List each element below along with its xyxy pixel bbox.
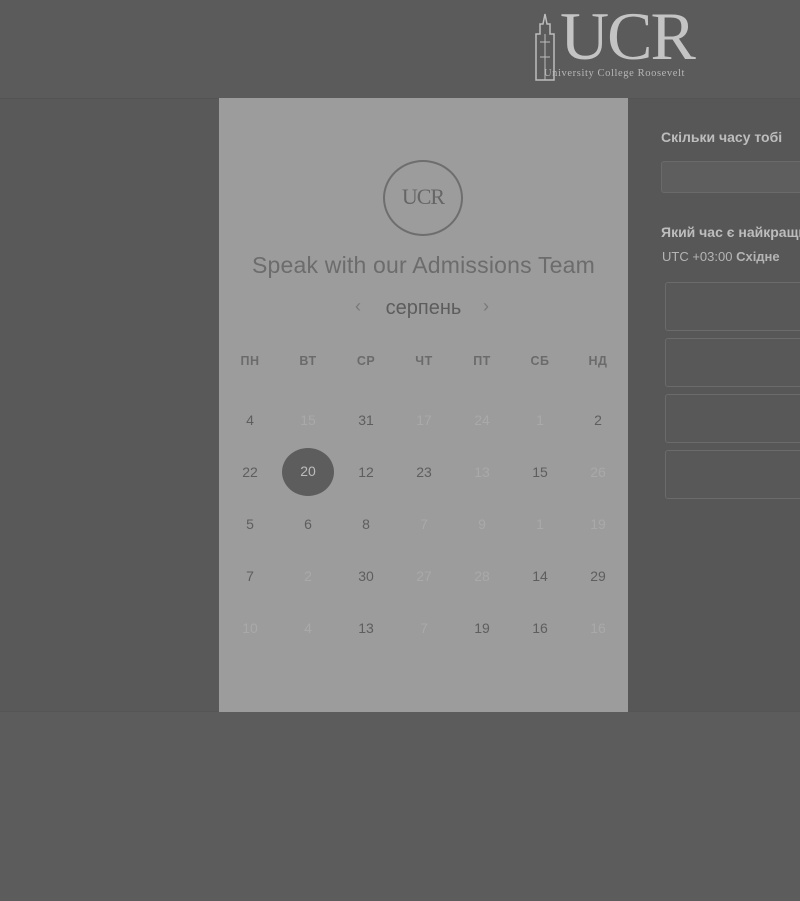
month-label: серпень [385,297,462,319]
selected-day[interactable]: 20 [282,448,334,496]
calendar-day[interactable]: 5 [230,512,270,536]
calendar-day: 26 [590,464,606,480]
duration-select[interactable] [661,161,800,193]
weekday-label: СБ [530,354,550,368]
calendar-day: 13 [474,464,490,480]
timezone-name: Східне [736,249,780,264]
calendar-day[interactable]: 7 [230,564,270,588]
weekday-label: НД [588,354,608,368]
calendar-day[interactable]: 12 [346,460,386,484]
calendar-day[interactable]: 29 [578,564,618,588]
avatar: UCR [383,160,463,236]
calendar-day[interactable]: 22 [230,460,270,484]
calendar-card: UCR Speak with our Admissions Team ‹ сер… [219,98,628,712]
top-header: UCR University College Roosevelt [0,0,800,99]
bottom-background [0,711,800,901]
calendar-day: 7 [420,620,428,636]
calendar-day[interactable]: 8 [346,512,386,536]
time-question: Який час є найкращий [661,224,800,240]
duration-question: Скільки часу тобі [661,129,783,145]
month-navigation: ‹ серпень › [219,295,628,323]
calendar-day[interactable]: 15 [520,460,560,484]
ucr-logo[interactable]: UCR University College Roosevelt [530,2,726,86]
calendar-day[interactable]: 4 [230,408,270,432]
calendar-day: 27 [416,568,432,584]
calendar-day[interactable]: 16 [520,616,560,640]
avatar-text: UCR [401,184,445,209]
calendar-day[interactable]: 19 [462,616,502,640]
calendar-day: 16 [590,620,606,636]
calendar-day[interactable]: 13 [346,616,386,640]
logo-subtitle: University College Roosevelt [544,68,686,79]
calendar-day: 2 [304,568,312,584]
calendar-day: 28 [474,568,490,584]
weekday-label: СР [356,354,376,368]
timezone-label[interactable]: UTC +03:00 Східне [662,249,780,264]
weekday-label: ЧТ [415,354,433,368]
time-slot[interactable] [665,282,800,331]
weekday-label: ПН [240,354,260,368]
calendar-day[interactable]: 23 [404,460,444,484]
time-slot[interactable] [665,338,800,387]
time-slot[interactable] [665,394,800,443]
weekday-label: ПТ [473,354,491,368]
calendar-day[interactable]: 2 [578,408,618,432]
chevron-right-icon[interactable]: › [483,296,489,317]
calendar-day: 9 [478,516,486,532]
left-background [0,99,219,711]
calendar-day[interactable]: 30 [346,564,386,588]
calendar-day: 17 [416,412,432,428]
calendar-day: 24 [474,412,490,428]
calendar-day: 1 [536,516,544,532]
calendar-day: 10 [242,620,258,636]
booking-panel: Скільки часу тобі Який час є найкращий U… [628,99,800,711]
calendar-day: 7 [420,516,428,532]
logo-letters: UCR [560,0,696,74]
calendar-day: 19 [590,516,606,532]
calendar-day: 4 [304,620,312,636]
calendar-day[interactable]: 14 [520,564,560,588]
time-slot[interactable] [665,450,800,499]
calendar-day[interactable]: 6 [288,512,328,536]
weekday-label: ВТ [299,354,317,368]
timezone-offset: UTC +03:00 [662,249,733,264]
chevron-left-icon[interactable]: ‹ [355,296,361,317]
calendar-day: 15 [300,412,316,428]
calendar-day[interactable]: 31 [346,408,386,432]
calendar-day: 1 [536,412,544,428]
page-title: Speak with our Admissions Team [251,252,596,278]
